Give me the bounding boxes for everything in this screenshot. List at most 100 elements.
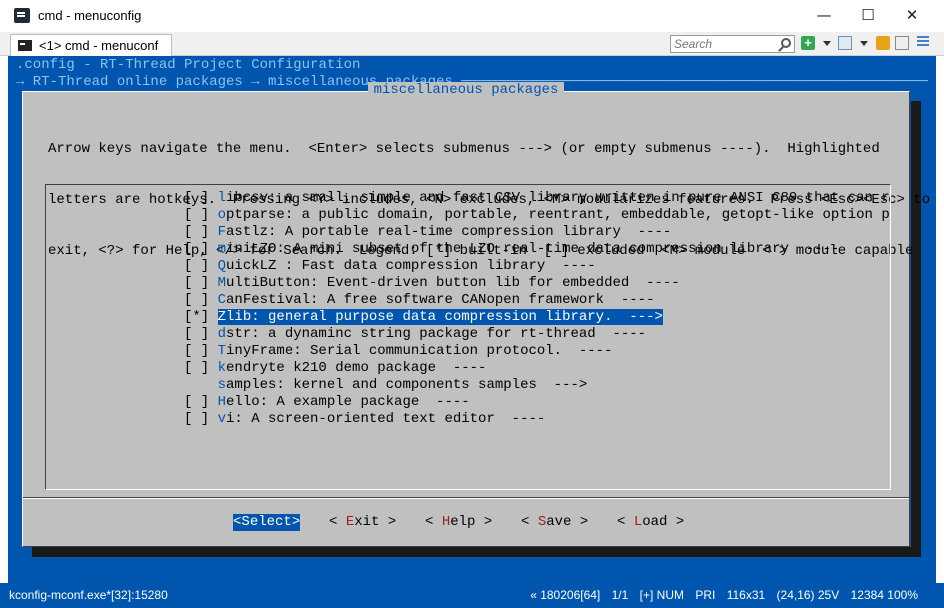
checkbox[interactable]: [ ]	[184, 360, 218, 376]
panel-icon[interactable]	[895, 36, 909, 50]
window-title: cmd - menuconfig	[38, 8, 142, 23]
status-field: 1/1	[611, 588, 629, 602]
status-info: « 180206[64] 1/1 [+] NUM PRI 116x31 (24,…	[522, 588, 918, 602]
hotkey-letter: H	[217, 394, 227, 410]
checkbox[interactable]: [ ]	[184, 190, 218, 206]
hotkey-letter: s	[217, 377, 227, 393]
load-button[interactable]: < Load >	[617, 514, 684, 531]
console-app-icon	[14, 8, 30, 23]
checkbox[interactable]: [ ]	[184, 258, 218, 274]
checkbox[interactable]: [ ]	[184, 343, 218, 359]
menu-item-label: uickLZ : Fast data compression library -…	[226, 258, 596, 274]
menu-item-label: i: A screen-oriented text editor ----	[226, 411, 546, 427]
hotkey-letter: k	[217, 360, 227, 376]
tab-label: <1> cmd - menuconf	[39, 38, 159, 53]
button-label: oad >	[642, 514, 685, 530]
hotkey-letter: C	[217, 292, 227, 308]
menu-item[interactable]: [ ] kendryte k210 demo package ----	[184, 360, 486, 377]
lock-icon[interactable]	[876, 36, 890, 50]
checkbox[interactable]	[184, 377, 218, 393]
menu-item[interactable]: [ ] Hello: A example package ----	[184, 394, 470, 411]
menu-item[interactable]: [*] Zlib: general purpose data compressi…	[184, 309, 663, 326]
checkbox[interactable]: [ ]	[184, 275, 218, 291]
menu-item[interactable]: [ ] vi: A screen-oriented text editor --…	[184, 411, 545, 428]
console-tab[interactable]: <1> cmd - menuconf	[10, 34, 172, 56]
help-button[interactable]: < Help >	[425, 514, 492, 531]
checkbox[interactable]: [ ]	[184, 394, 218, 410]
menu-item-label: lib: general purpose data compression li…	[226, 309, 663, 325]
menu-item-label: str: a dynaminc string package for rt-th…	[226, 326, 647, 342]
hotkey-letter: o	[217, 207, 227, 223]
button-hotkey: S	[537, 514, 547, 530]
search-input[interactable]: Search	[670, 35, 795, 53]
button-bracket: <	[425, 514, 442, 530]
button-hotkey: S	[241, 514, 250, 530]
button-label: xit >	[354, 514, 397, 530]
hotkey-letter: Q	[217, 258, 227, 274]
menu-item[interactable]: [ ] dstr: a dynaminc string package for …	[184, 326, 646, 343]
checkbox[interactable]: [ ]	[184, 326, 218, 342]
package-menu: [ ] libcsv: a small, simple and fast CSV…	[45, 184, 891, 490]
menu-icon[interactable]	[917, 36, 931, 50]
title-bar: cmd - menuconfig — ☐ ✕	[0, 0, 944, 32]
minimize-button[interactable]: —	[804, 4, 844, 26]
chevron-down-icon[interactable]	[860, 41, 868, 46]
menu-item-label: ultiButton: Event-driven button lib for …	[226, 275, 680, 291]
button-label: ave >	[546, 514, 589, 530]
menu-item[interactable]: [ ] libcsv: a small, simple and fast CSV…	[184, 190, 891, 207]
status-field: 116x31	[726, 588, 766, 602]
menu-item[interactable]: [ ] QuickLZ : Fast data compression libr…	[184, 258, 596, 275]
status-bar: kconfig-mconf.exe*[32]:15280 « 180206[64…	[0, 583, 944, 608]
checkbox[interactable]: [ ]	[184, 224, 218, 240]
hotkey-letter: m	[217, 241, 227, 257]
dialog-title-wrap: miscellaneous packages	[23, 82, 909, 99]
checkbox[interactable]: [ ]	[184, 292, 218, 308]
save-button[interactable]: < Save >	[521, 514, 588, 531]
hotkey-letter: Z	[217, 309, 227, 325]
menu-item[interactable]: samples: kernel and components samples -…	[184, 377, 588, 394]
dialog-title: miscellaneous packages	[367, 82, 565, 98]
checkbox[interactable]: [ ]	[184, 411, 218, 427]
status-field: 12384 100%	[850, 588, 918, 602]
maximize-button[interactable]: ☐	[848, 4, 888, 26]
menu-item[interactable]: [ ] CanFestival: A free software CANopen…	[184, 292, 655, 309]
status-field: PRI	[695, 588, 716, 602]
select-button[interactable]: <Select>	[233, 514, 301, 531]
terminal-area[interactable]: .config - RT-Thread Project Configuratio…	[8, 56, 936, 583]
menu-item[interactable]: [ ] miniLZO: A mini subset of the LZO re…	[184, 241, 839, 258]
hotkey-letter: d	[217, 326, 227, 342]
menu-item[interactable]: [ ] optparse: a public domain, portable,…	[184, 207, 891, 224]
checkbox[interactable]: [*]	[184, 309, 218, 325]
checkbox[interactable]: [ ]	[184, 241, 218, 257]
menu-item[interactable]: [ ] MultiButton: Event-driven button lib…	[184, 275, 680, 292]
menu-item-label: ptparse: a public domain, portable, reen…	[226, 207, 891, 223]
menu-item-label: astlz: A portable real-time compression …	[226, 224, 672, 240]
status-field: « 180206[64]	[530, 588, 601, 602]
status-process: kconfig-mconf.exe*[32]:15280	[9, 588, 168, 602]
close-button[interactable]: ✕	[892, 4, 932, 26]
button-divider	[23, 497, 909, 499]
button-label: elect>	[249, 514, 301, 530]
menu-item[interactable]: [ ] Fastlz: A portable real-time compres…	[184, 224, 671, 241]
checkbox[interactable]: [ ]	[184, 207, 218, 223]
button-bracket: <	[329, 514, 346, 530]
tab-bar: <1> cmd - menuconf Search +	[0, 32, 944, 56]
button-hotkey: E	[345, 514, 355, 530]
menu-item-label: amples: kernel and components samples --…	[226, 377, 588, 393]
search-icon[interactable]	[781, 38, 791, 48]
help-line: Arrow keys navigate the menu. <Enter> se…	[48, 141, 880, 157]
view-icon[interactable]	[838, 36, 852, 50]
menu-item-label: endryte k210 demo package ----	[226, 360, 487, 376]
menu-item-label: anFestival: A free software CANopen fram…	[226, 292, 655, 308]
button-bracket: <	[617, 514, 634, 530]
menu-item-label: ibcsv: a small, simple and fast CSV libr…	[226, 190, 891, 206]
add-icon[interactable]: +	[801, 36, 815, 50]
button-hotkey: L	[633, 514, 643, 530]
search-placeholder: Search	[674, 37, 713, 51]
menu-item[interactable]: [ ] TinyFrame: Serial communication prot…	[184, 343, 612, 360]
chevron-down-icon[interactable]	[823, 41, 831, 46]
button-label: elp >	[450, 514, 493, 530]
terminal-icon	[18, 40, 32, 51]
exit-button[interactable]: < Exit >	[329, 514, 396, 531]
menu-item-label: iniLZO: A mini subset of the LZO real-ti…	[226, 241, 840, 257]
